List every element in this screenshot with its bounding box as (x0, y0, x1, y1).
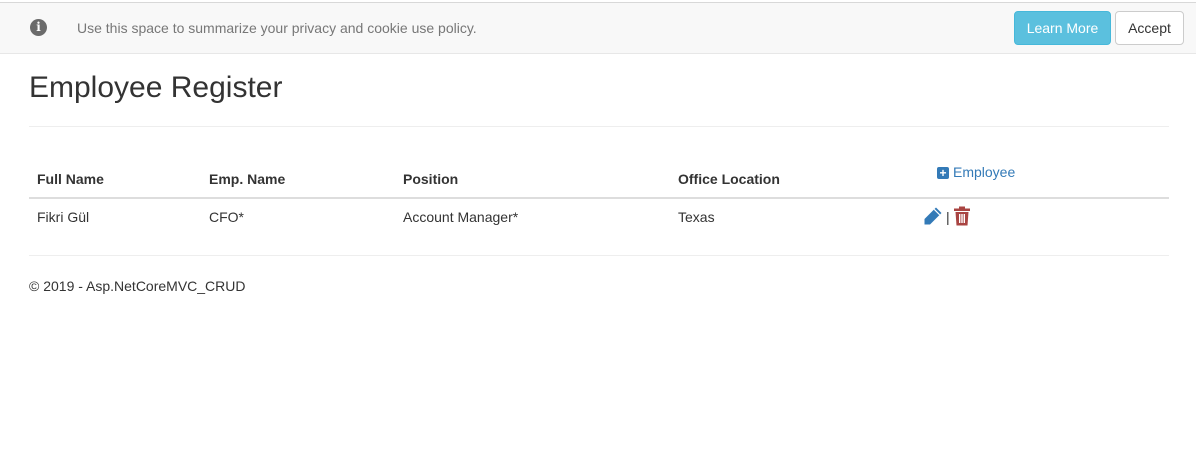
info-circle-icon: i (30, 19, 47, 36)
cell-office-location: Texas (678, 209, 715, 225)
trash-icon[interactable] (953, 206, 971, 229)
footer-copyright: © 2019 - Asp.NetCoreMVC_CRUD (29, 278, 246, 294)
footer-divider (29, 255, 1169, 256)
header-position: Position (403, 171, 459, 187)
header-full-name: Full Name (37, 171, 104, 187)
page-title: Employee Register (29, 71, 283, 104)
action-separator: | (946, 209, 950, 225)
learn-more-button[interactable]: Learn More (1014, 11, 1111, 45)
cell-position: Account Manager* (403, 209, 519, 225)
cookie-consent-banner: i Use this space to summarize your priva… (0, 2, 1196, 54)
header-emp-name: Emp. Name (209, 171, 286, 187)
cell-full-name: Fikri Gül (37, 209, 90, 225)
accept-button[interactable]: Accept (1115, 11, 1184, 45)
pencil-icon[interactable] (922, 205, 944, 230)
add-employee-link[interactable]: + Employee (937, 164, 1015, 180)
cell-emp-name: CFO* (209, 209, 244, 225)
header-office-location: Office Location (678, 171, 780, 187)
table-header-divider (29, 197, 1169, 199)
plus-square-icon: + (937, 167, 949, 179)
title-divider (29, 126, 1169, 127)
cookie-policy-text: Use this space to summarize your privacy… (77, 20, 477, 36)
add-employee-label: Employee (953, 164, 1016, 180)
